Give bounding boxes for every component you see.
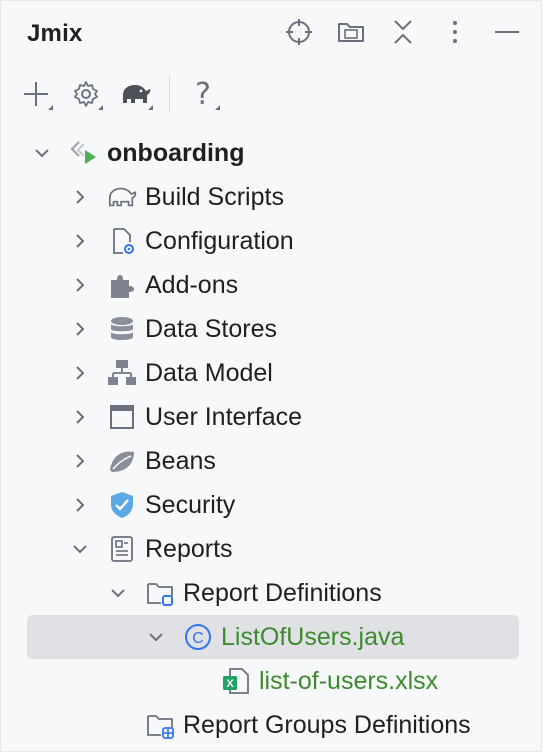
chevron-right-icon[interactable] <box>70 275 90 295</box>
chevron-down-icon[interactable] <box>32 143 52 163</box>
node-label: Add-ons <box>145 270 239 299</box>
gradle-elephant-icon <box>107 182 137 212</box>
chevron-down-icon[interactable] <box>146 627 166 647</box>
shield-icon <box>107 490 137 520</box>
chevron-right-icon[interactable] <box>70 231 90 251</box>
gradle-button[interactable] <box>117 75 155 113</box>
jmix-project-icon <box>69 138 99 168</box>
node-label: Reports <box>145 534 233 563</box>
dropdown-corner-icon <box>98 105 103 110</box>
tree-node-reports[interactable]: Reports <box>27 527 519 571</box>
window-icon <box>107 402 137 432</box>
tree-node-report-definitions[interactable]: Report Definitions <box>27 571 519 615</box>
tool-window-header: Jmix <box>1 1 541 65</box>
dropdown-corner-icon <box>215 105 220 110</box>
more-icon[interactable] <box>439 16 471 48</box>
tree-node-list-of-users-xlsx[interactable]: X list-of-users.xlsx <box>27 659 519 703</box>
add-button[interactable] <box>17 75 55 113</box>
configuration-icon <box>107 226 137 256</box>
node-label: list-of-users.xlsx <box>259 666 439 695</box>
report-icon <box>107 534 137 564</box>
node-label: Beans <box>145 446 216 475</box>
chevron-right-icon[interactable] <box>70 363 90 383</box>
tree-node-user-interface[interactable]: User Interface <box>27 395 519 439</box>
chevron-right-icon[interactable] <box>70 319 90 339</box>
class-icon: C <box>183 622 213 652</box>
chevron-right-icon[interactable] <box>70 451 90 471</box>
project-label: onboarding <box>107 138 245 167</box>
database-icon <box>107 314 137 344</box>
class-letter: C <box>192 630 204 647</box>
tree-node-data-stores[interactable]: Data Stores <box>27 307 519 351</box>
node-label: Report Groups Definitions <box>183 710 471 739</box>
settings-button[interactable] <box>67 75 105 113</box>
toolbar: ? <box>17 71 222 117</box>
tree-node-configuration[interactable]: Configuration <box>27 219 519 263</box>
tree-node-data-model[interactable]: Data Model <box>27 351 519 395</box>
jmix-tool-window: Jmix ? onboarding Build Scripts Configur… <box>0 0 542 752</box>
gear-icon <box>74 81 98 107</box>
dropdown-corner-icon <box>148 105 153 110</box>
chevron-down-icon[interactable] <box>108 583 128 603</box>
node-label: Configuration <box>145 226 294 255</box>
toolbar-separator <box>169 75 170 113</box>
tree-node-security[interactable]: Security <box>27 483 519 527</box>
node-label: Data Model <box>145 358 273 387</box>
chevron-down-icon[interactable] <box>70 539 90 559</box>
node-label: Build Scripts <box>145 182 284 211</box>
add-icon <box>24 82 48 106</box>
folder-grid-icon <box>145 710 175 740</box>
chevron-right-icon[interactable] <box>70 495 90 515</box>
chevron-right-icon[interactable] <box>70 407 90 427</box>
tree-node-onboarding[interactable]: onboarding <box>27 131 519 175</box>
svg-text:X: X <box>226 678 234 690</box>
tree-node-beans[interactable]: Beans <box>27 439 519 483</box>
panel-title: Jmix <box>27 20 83 47</box>
excel-file-icon: X <box>221 666 251 696</box>
node-label: ListOfUsers.java <box>221 622 405 651</box>
puzzle-icon <box>107 270 137 300</box>
node-label: Security <box>145 490 236 519</box>
node-label: User Interface <box>145 402 303 431</box>
chevron-right-icon[interactable] <box>70 187 90 207</box>
tree-node-list-of-users-java[interactable]: C ListOfUsers.java <box>27 615 519 659</box>
folder-icon[interactable] <box>335 16 367 48</box>
folder-report-icon <box>145 578 175 608</box>
minimize-icon[interactable] <box>491 16 523 48</box>
collapse-all-icon[interactable] <box>387 16 419 48</box>
tree-node-build-scripts[interactable]: Build Scripts <box>27 175 519 219</box>
help-button[interactable]: ? <box>184 75 222 113</box>
node-label: Data Stores <box>145 314 278 343</box>
node-label: Report Definitions <box>183 578 382 607</box>
help-icon: ? <box>195 76 211 112</box>
tree-node-add-ons[interactable]: Add-ons <box>27 263 519 307</box>
hierarchy-icon <box>107 358 137 388</box>
bean-leaf-icon <box>107 446 137 476</box>
locate-icon[interactable] <box>283 16 315 48</box>
header-actions <box>283 16 523 48</box>
dropdown-corner-icon <box>48 105 53 110</box>
tree-node-report-groups-definitions[interactable]: Report Groups Definitions <box>27 703 519 747</box>
